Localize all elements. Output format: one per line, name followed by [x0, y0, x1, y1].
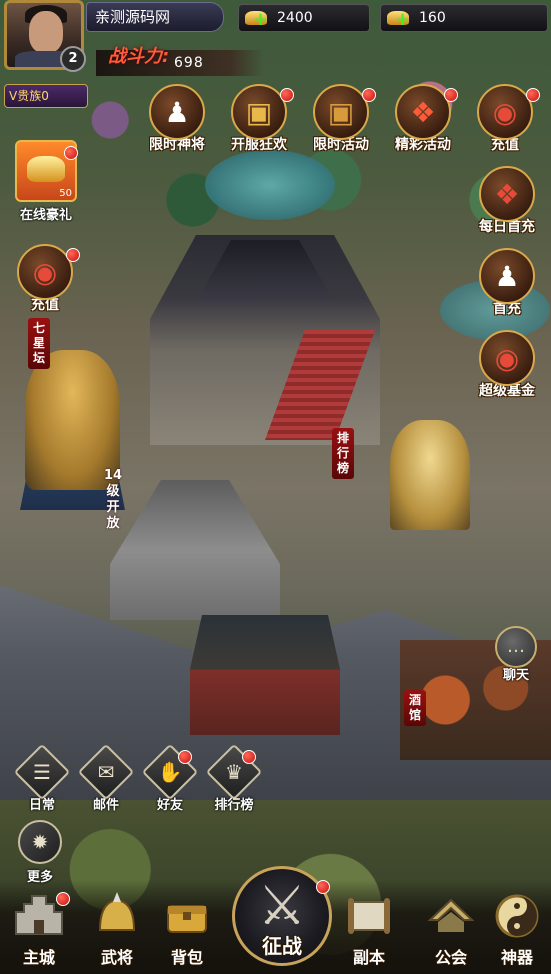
- castle-icon: [12, 890, 70, 944]
- tavern-map-label[interactable]: 酒馆: [404, 690, 426, 726]
- limited-event-button[interactable]: ▣ 限时活动: [306, 84, 376, 154]
- nav-artifact[interactable]: 神器: [484, 890, 550, 974]
- notification-dot: [242, 750, 256, 764]
- recharge-top-button[interactable]: ◉ 充值: [470, 84, 540, 154]
- general-portrait-icon: ♟: [479, 248, 535, 304]
- gift-count: 50: [59, 188, 72, 199]
- nav-bag-label: 背包: [170, 948, 203, 967]
- chat-button[interactable]: … 聊天: [488, 626, 544, 683]
- handshake-icon: ✋: [157, 760, 183, 784]
- guild-flag-icon: [424, 890, 478, 944]
- nav-war-label: 征战: [262, 934, 302, 958]
- vip-badge[interactable]: V贵族0: [4, 84, 88, 108]
- notification-dot: [362, 88, 376, 102]
- treasure-chest-icon: ▣: [231, 84, 287, 140]
- notification-dot: [444, 88, 458, 102]
- featured-events-button[interactable]: ❖ 精彩活动: [388, 84, 458, 154]
- first-recharge-button[interactable]: ♟ 首充: [472, 248, 542, 318]
- recharge-left-button[interactable]: ◉ 充值: [10, 244, 80, 314]
- online-gift-button[interactable]: 50 在线豪礼: [8, 140, 84, 224]
- trophy-icon: ♛: [225, 760, 243, 784]
- notification-dot: [526, 88, 540, 102]
- add-yuanbao-icon[interactable]: +: [395, 11, 410, 29]
- super-fund-button[interactable]: ◉ 超级基金: [472, 330, 542, 400]
- combat-power-label: 战斗力:: [108, 46, 170, 67]
- calendar-icon: ☰: [33, 760, 51, 784]
- online-gift-label: 在线豪礼: [19, 208, 72, 223]
- ranking-button[interactable]: ♛ 排行榜: [204, 743, 264, 813]
- general-portrait-icon: ♟: [149, 84, 205, 140]
- nav-artifact-label: 神器: [500, 948, 533, 967]
- unlock-level-label: 14级开放: [104, 468, 123, 531]
- nav-generals-label: 武将: [100, 948, 133, 967]
- chat-label: 聊天: [502, 668, 529, 683]
- chat-bubble-icon: …: [495, 626, 537, 668]
- daily-first-recharge-button[interactable]: ❖ 每日首充: [472, 166, 542, 236]
- money-bag-icon: ◉: [17, 244, 73, 300]
- gold-ingot-icon: [27, 156, 65, 182]
- yin-yang-icon: [490, 890, 544, 944]
- nav-guild-label: 公会: [434, 948, 467, 967]
- money-bag-icon: ◉: [479, 330, 535, 386]
- notification-dot: [56, 892, 70, 906]
- gift-box-icon: ❖: [395, 84, 451, 140]
- money-bag-icon: ◉: [477, 84, 533, 140]
- yuanbao-resource-bar[interactable]: + 160: [380, 4, 548, 32]
- nav-war-button[interactable]: ⚔ 征战: [226, 862, 338, 974]
- notification-dot: [66, 248, 80, 262]
- gift-box-icon: ❖: [479, 166, 535, 222]
- treasure-chest-icon: ▣: [313, 84, 369, 140]
- ranking-map-label[interactable]: 排行榜: [332, 428, 354, 479]
- more-button[interactable]: ✹ 更多: [10, 820, 70, 885]
- friends-button[interactable]: ✋ 好友: [140, 743, 200, 813]
- combat-power-bar: 战斗力: 698: [96, 46, 264, 76]
- nav-main-city[interactable]: 主城: [6, 890, 72, 974]
- notification-dot: [316, 880, 330, 894]
- mail-button[interactable]: ✉ 邮件: [76, 743, 136, 813]
- notification-dot: [280, 88, 294, 102]
- combat-power-value: 698: [174, 55, 204, 71]
- gold-resource-bar[interactable]: + 2400: [238, 4, 370, 32]
- player-level-badge: 2: [60, 46, 86, 72]
- nav-bag[interactable]: 背包: [154, 890, 220, 974]
- gold-amount: 2400: [277, 10, 313, 26]
- locked-temple-building[interactable]: [110, 480, 280, 620]
- limited-general-button[interactable]: ♟ 限时神将: [142, 84, 212, 154]
- yuanbao-amount: 160: [419, 10, 446, 26]
- chest-icon: [160, 890, 214, 944]
- daily-button[interactable]: ☰ 日常: [12, 743, 72, 813]
- nav-generals[interactable]: 武将: [84, 890, 150, 974]
- nav-guild[interactable]: 公会: [418, 890, 484, 974]
- mail-icon: ✉: [97, 760, 115, 784]
- server-carnival-button[interactable]: ▣ 开服狂欢: [224, 84, 294, 154]
- nav-main-city-label: 主城: [22, 948, 55, 967]
- notification-dot: [178, 750, 192, 764]
- qixing-altar-label[interactable]: 七星坛: [28, 318, 50, 369]
- helmet-icon: [90, 890, 144, 944]
- add-gold-icon[interactable]: +: [253, 11, 268, 29]
- nav-dungeon-label: 副本: [352, 948, 385, 967]
- player-name[interactable]: 亲测源码网: [86, 2, 224, 32]
- ranking-golden-statue[interactable]: [390, 420, 470, 530]
- notification-dot: [64, 146, 78, 160]
- nav-dungeon[interactable]: 副本: [336, 890, 402, 974]
- city-gate-tower[interactable]: [190, 615, 340, 735]
- scroll-icon: [342, 890, 396, 944]
- swirl-icon: ✹: [31, 830, 49, 854]
- garden-pond: [205, 150, 335, 220]
- avatar-face: [29, 11, 63, 53]
